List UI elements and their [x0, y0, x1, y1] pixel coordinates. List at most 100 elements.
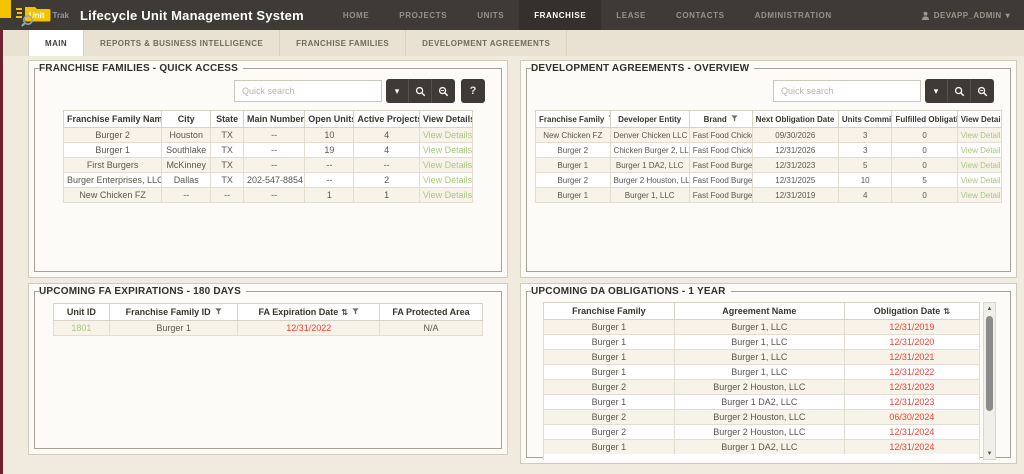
filter-icon[interactable] — [731, 115, 738, 124]
panel-title-franchise-families: FRANCHISE FAMILIES - QUICK ACCESS — [39, 63, 243, 74]
view-details-link[interactable]: View Details — [419, 158, 472, 173]
column-label: Units Committed — [842, 115, 892, 124]
nav-item-franchise[interactable]: FRANCHISE — [519, 0, 601, 30]
column-header-franchise-family[interactable]: Franchise Family — [536, 111, 611, 128]
table-row: Burger 2Burger 2 Houston, LLC12/31/2023 — [544, 380, 980, 395]
sort-icon[interactable]: ⇅ — [341, 308, 348, 317]
cell: 12/31/2023 — [752, 158, 838, 173]
nav-item-home[interactable]: HOME — [328, 0, 384, 30]
view-details-link[interactable]: View Details — [419, 143, 472, 158]
cell: -- — [243, 188, 304, 203]
column-header-unit-id[interactable]: Unit ID — [54, 304, 110, 321]
column-label: Main Number — [247, 114, 304, 124]
franchise-subtabs: MAIN REPORTS & BUSINESS INTELLIGENCE FRA… — [0, 30, 1024, 56]
view-details-link[interactable]: View Details — [957, 128, 1001, 143]
cell: Burger 1 — [544, 350, 675, 365]
cell: Burger 1, LLC — [674, 335, 844, 350]
column-header-open-units[interactable]: Open Units — [305, 111, 354, 128]
column-header-city[interactable]: City — [162, 111, 211, 128]
view-details-link[interactable]: View Details — [957, 188, 1001, 203]
column-header-fulfilled-obligations[interactable]: Fulfilled Obligations — [892, 111, 957, 128]
cell: 12/31/2023 — [844, 395, 979, 410]
tab-franchise-families[interactable]: FRANCHISE FAMILIES — [280, 30, 406, 56]
table-row: Burger 1Burger 1, LLC12/31/2021 — [544, 350, 980, 365]
filter-icon[interactable] — [215, 307, 222, 317]
cell: -- — [243, 158, 304, 173]
advanced-search-icon — [438, 86, 449, 97]
column-header-brand[interactable]: Brand — [689, 111, 752, 128]
table-row: New Chicken FZ------11View Details — [64, 188, 473, 203]
nav-item-units[interactable]: UNITS — [462, 0, 519, 30]
view-details-link[interactable]: View Details — [957, 158, 1001, 173]
column-header-view-details[interactable]: View Details — [957, 111, 1001, 128]
help-button[interactable]: ? — [461, 79, 485, 103]
advanced-search-button[interactable] — [971, 79, 994, 103]
tab-reports-business-intelligence[interactable]: REPORTS & BUSINESS INTELLIGENCE — [84, 30, 280, 56]
column-header-main-number[interactable]: Main Number — [243, 111, 304, 128]
cell: 4 — [354, 128, 419, 143]
table-row: Burger 1Burger 1 DA2, LLCFast Food Burge… — [536, 158, 1002, 173]
cell: -- — [305, 158, 354, 173]
advanced-search-button[interactable] — [432, 79, 455, 103]
column-header-developer-entity[interactable]: Developer Entity — [610, 111, 689, 128]
column-label: Open Units — [308, 114, 354, 124]
search-button-group: ▾ — [386, 79, 455, 103]
table-row: Burger 2Burger 2 Houston, LLC12/31/2024 — [544, 425, 980, 440]
filter-icon[interactable] — [352, 307, 359, 317]
column-header-view-details[interactable]: View Details — [419, 111, 472, 128]
tab-development-agreements[interactable]: DEVELOPMENT AGREEMENTS — [406, 30, 567, 56]
cell: TX — [211, 128, 244, 143]
column-header-franchise-family[interactable]: Franchise Family — [544, 303, 675, 320]
cell: Burger 2 Houston, LLC — [674, 410, 844, 425]
view-details-link[interactable]: View Details — [419, 188, 472, 203]
column-label: View Details — [961, 115, 1002, 124]
column-header-state[interactable]: State — [211, 111, 244, 128]
view-details-link[interactable]: View Details — [419, 128, 472, 143]
nav-item-contacts[interactable]: CONTACTS — [661, 0, 740, 30]
search-input[interactable] — [234, 80, 382, 102]
search-options-button[interactable]: ▾ — [386, 79, 409, 103]
sort-icon[interactable]: ⇅ — [943, 307, 950, 316]
vertical-scrollbar[interactable]: ▲ ▼ — [983, 302, 996, 460]
cell: Burger 2 — [64, 128, 162, 143]
scroll-down-icon[interactable]: ▼ — [987, 448, 993, 459]
column-header-active-projects[interactable]: Active Projects — [354, 111, 419, 128]
cell: 12/31/2022 — [844, 365, 979, 380]
column-header-next-obligation-date[interactable]: Next Obligation Date — [752, 111, 838, 128]
nav-item-lease[interactable]: LEASE — [601, 0, 661, 30]
cell: 12/31/2022 — [238, 321, 380, 336]
tab-main[interactable]: MAIN — [28, 30, 84, 56]
table-row: Burger Enterprises, LLCDallasTX202-547-8… — [64, 173, 473, 188]
nav-item-administration[interactable]: ADMINISTRATION — [740, 0, 847, 30]
column-header-agreement-name[interactable]: Agreement Name — [674, 303, 844, 320]
app-logo: Unit Trak — [16, 3, 74, 27]
cell: Burger 1, LLC — [674, 320, 844, 335]
cell: Burger 1 DA2, LLC — [610, 158, 689, 173]
table-row: New Chicken FZDenver Chicken LLCFast Foo… — [536, 128, 1002, 143]
search-button[interactable] — [409, 79, 432, 103]
column-header-fa-protected-area[interactable]: FA Protected Area — [380, 304, 483, 321]
nav-item-projects[interactable]: PROJECTS — [384, 0, 462, 30]
search-button[interactable] — [948, 79, 971, 103]
column-label: Franchise Family ID — [126, 307, 211, 317]
user-menu[interactable]: DEVAPP_ADMIN ▾ — [921, 11, 1010, 20]
scroll-up-icon[interactable]: ▲ — [987, 303, 993, 314]
search-options-button[interactable]: ▾ — [925, 79, 948, 103]
view-details-link[interactable]: View Details — [957, 173, 1001, 188]
view-details-link[interactable]: View Details — [419, 173, 472, 188]
cell: Burger 1 DA2, LLC — [674, 395, 844, 410]
search-input[interactable] — [773, 80, 921, 102]
column-header-franchise-family-id[interactable]: Franchise Family ID — [109, 304, 238, 321]
cell: Burger 2 — [544, 410, 675, 425]
column-header-franchise-family-name[interactable]: Franchise Family Name — [64, 111, 162, 128]
chevron-down-icon: ▾ — [1006, 11, 1010, 20]
cell: Burger 2 Houston, LLC — [674, 380, 844, 395]
da-obligations-scroll-area: Franchise FamilyAgreement NameObligation… — [543, 302, 980, 460]
column-header-obligation-date[interactable]: Obligation Date⇅ — [844, 303, 979, 320]
column-header-units-committed[interactable]: Units Committed — [838, 111, 892, 128]
table-row: Burger 2HoustonTX--104View Details — [64, 128, 473, 143]
scrollbar-thumb[interactable] — [986, 316, 993, 411]
view-details-link[interactable]: 1801 — [54, 321, 110, 336]
view-details-link[interactable]: View Details — [957, 143, 1001, 158]
column-header-fa-expiration-date[interactable]: FA Expiration Date⇅ — [238, 304, 380, 321]
